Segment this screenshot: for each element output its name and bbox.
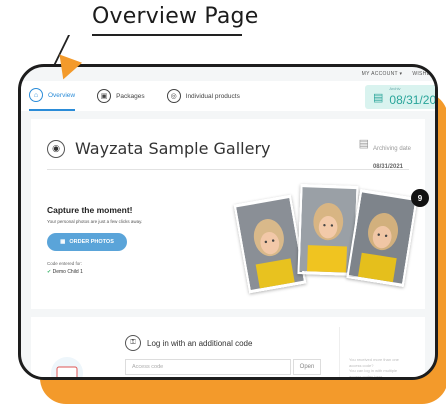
lock-icon: ⚿ (125, 335, 141, 351)
top-nav: ⌂ Overview ▣ Packages ◎ Individual produ… (21, 81, 435, 111)
open-button[interactable]: Open (293, 359, 321, 375)
photo-stack[interactable] (221, 179, 421, 299)
code-entered-label: Code entered for: (47, 261, 83, 266)
help-line: access code? (349, 362, 374, 368)
callout-title: Overview Page (92, 4, 259, 29)
login-heading: Log in with an additional code (147, 338, 253, 348)
access-code-help: You received more than one access code? … (349, 357, 419, 379)
archive-pill-label: Archiv (389, 85, 401, 91)
access-code-input[interactable]: Access code (125, 359, 291, 375)
code-entered-value-row: ✔ Demo Child 1 (47, 269, 83, 275)
access-code-illustration (51, 357, 83, 377)
order-photos-button[interactable]: ▦ ORDER PHOTOS (47, 233, 127, 251)
archiving-info: ▤ Archiving date 08/31/2021 (359, 137, 411, 173)
package-icon: ▣ (97, 89, 112, 103)
code-entered-value: Demo Child 1 (52, 269, 83, 275)
tab-individual-products[interactable]: ◎ Individual products (166, 81, 240, 111)
archive-date-pill: ▤ Archiv 08/31/20 (365, 85, 437, 109)
photo-thumbnail (233, 194, 307, 294)
cart-icon: ▦ (60, 239, 66, 245)
home-icon: ⌂ (29, 88, 43, 102)
tab-overview[interactable]: ⌂ Overview (29, 81, 76, 111)
gallery-title: Wayzata Sample Gallery (75, 139, 271, 158)
wishlist-link[interactable]: WISHLIS (412, 71, 435, 77)
title-divider (47, 169, 409, 170)
capture-subtext: Your personal photos are just a few clic… (47, 219, 143, 224)
login-heading-row: ⚿ Log in with an additional code (125, 335, 252, 351)
gallery-title-row: ◉ Wayzata Sample Gallery (47, 139, 271, 158)
login-card: ⚿ Log in with an additional code Access … (31, 317, 425, 379)
child-photo-image (348, 192, 416, 284)
photo-thumbnail (346, 189, 418, 287)
tab-packages[interactable]: ▣ Packages (97, 81, 145, 111)
help-line: You received more than one (349, 357, 399, 362)
calendar-icon: ▤ (358, 138, 369, 150)
tab-packages-label: Packages (116, 92, 145, 100)
account-row: MY ACCOUNT ▾ WISHLIS (362, 71, 435, 77)
overview-page-illustration: Overview Page MY ACCOUNT ▾ WISHLIS ⌂ Ove… (0, 0, 446, 404)
login-divider (339, 327, 340, 377)
archive-pill-date: 08/31/20 (389, 92, 437, 107)
tab-overview-label: Overview (48, 91, 76, 99)
gallery-card: ◉ Wayzata Sample Gallery ▤ Archiving dat… (31, 119, 429, 309)
help-line: access codes here. (349, 373, 384, 379)
capture-heading: Capture the moment! (47, 205, 133, 215)
camera-icon: ◉ (47, 139, 65, 158)
order-photos-label: ORDER PHOTOS (69, 239, 114, 245)
archiving-label: Archiving date (372, 146, 411, 152)
tab-products-label: Individual products (185, 92, 240, 100)
photo-count-badge: 9 (411, 189, 429, 207)
callout-line (92, 34, 242, 36)
help-line: You can log in with multiple (349, 368, 398, 373)
device-frame: MY ACCOUNT ▾ WISHLIS ⌂ Overview ▣ Packag… (18, 64, 438, 380)
my-account-link[interactable]: MY ACCOUNT ▾ (362, 71, 403, 77)
child-photo-image (236, 198, 304, 290)
products-icon: ◎ (166, 89, 181, 103)
check-icon: ✔ (47, 269, 52, 275)
calendar-icon: ▤ (373, 91, 384, 104)
